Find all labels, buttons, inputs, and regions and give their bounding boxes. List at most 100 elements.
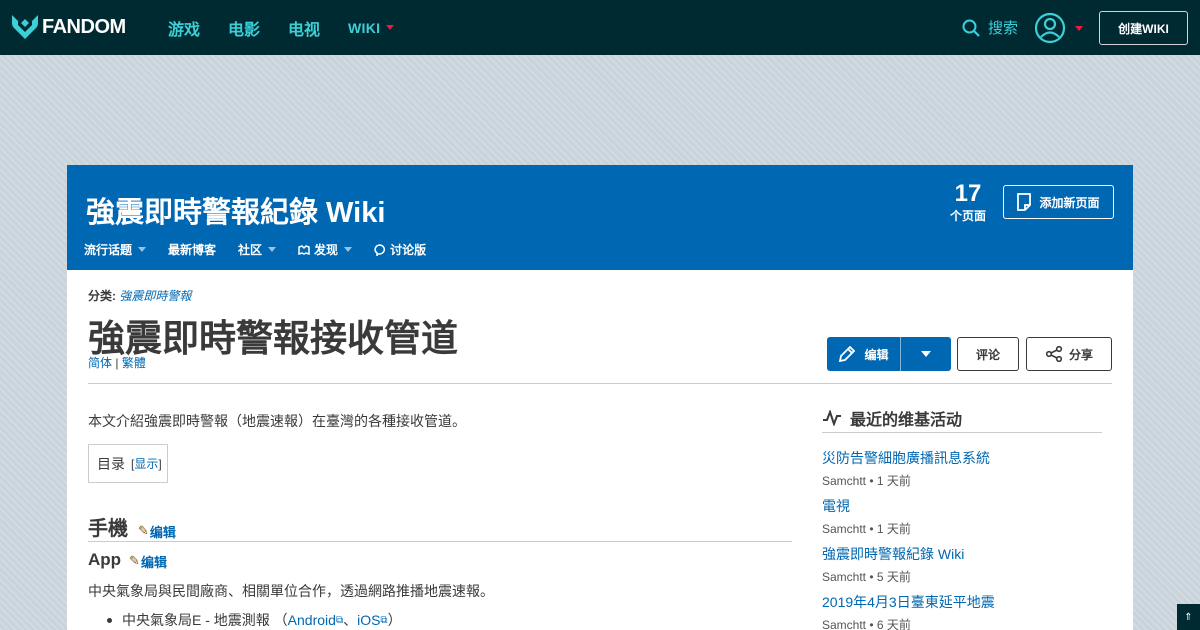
page-count-number: 17 (954, 180, 982, 207)
rail-divider (822, 432, 1102, 433)
comment-button[interactable]: 评论 (957, 337, 1019, 371)
user-avatar-icon (1034, 12, 1066, 44)
bullet (107, 617, 112, 623)
add-new-page-button[interactable]: 添加新页面 (1003, 185, 1114, 219)
app-paragraph: 中央氣象局與民間廠商、相關單位合作，透過網路推播地震速報。 (88, 583, 494, 599)
activity-item: 災防告警細胞廣播訊息系統 Samchtt • 1 天前 (822, 448, 1102, 489)
fandom-logo[interactable]: FANDOM (12, 13, 126, 41)
intro-paragraph: 本文介紹強震即時警報（地震速報）在臺灣的各種接收管道。 (88, 413, 466, 429)
pencil-icon: ✎ (129, 553, 140, 568)
fandom-logo-text: FANDOM (42, 15, 126, 38)
activity-item: 強震即時警報紀錄 Wiki Samchtt • 5 天前 (822, 544, 1102, 585)
category-link[interactable]: 強震即時警報 (119, 289, 191, 303)
toc-show-link[interactable]: 显示 (134, 457, 158, 471)
section-divider (88, 541, 792, 542)
share-button-label: 分享 (1068, 347, 1093, 362)
global-nav: FANDOM 游戏 电影 电视 WIKI 搜索 创建WIKI (0, 0, 1200, 55)
list-separator: 、 (343, 612, 358, 628)
explore-icon (298, 244, 310, 255)
category-label: 分类: (88, 289, 116, 303)
edit-button-group: 编辑 (827, 337, 951, 371)
wiki-title[interactable]: 強震即時警報紀錄 Wiki (86, 189, 385, 231)
create-wiki-button[interactable]: 创建WIKI (1099, 11, 1188, 45)
community-header: 強震即時警報紀錄 Wiki 流行话题 最新博客 社区 发现 讨论版 17 个页面 (67, 165, 1133, 270)
chevron-down-icon (268, 247, 277, 252)
search-label: 搜索 (988, 20, 1019, 37)
variant-separator: | (112, 356, 122, 370)
pencil-icon: ✎ (138, 523, 149, 538)
page-count: 17 个页面 (947, 181, 989, 224)
chevron-down-icon (138, 247, 147, 252)
android-link[interactable]: Android (288, 612, 336, 628)
community-nav-explore-label: 发现 (314, 243, 339, 257)
chevron-down-icon (344, 247, 353, 252)
page-count-unit: 个页面 (949, 209, 986, 223)
share-button[interactable]: 分享 (1026, 337, 1112, 371)
list-close-paren: ） (387, 612, 402, 628)
activity-item-meta: Samchtt • 1 天前 (822, 474, 911, 488)
global-nav-links: 游戏 电影 电视 WIKI (168, 0, 422, 55)
community-nav-community[interactable]: 社区 (238, 241, 277, 258)
activity-icon (823, 410, 841, 426)
external-link-icon: ⧉ (380, 614, 388, 626)
fandom-heart-icon (12, 15, 38, 39)
activity-item-title[interactable]: 2019年4月3日臺東延平地震 (822, 592, 1102, 612)
nav-wiki-label: WIKI (348, 19, 381, 36)
language-variants: 简体 | 繁體 (88, 354, 146, 371)
recent-activity-title: 最近的维基活动 (850, 412, 963, 429)
variant-traditional-link[interactable]: 繁體 (122, 356, 146, 370)
activity-item-meta: Samchtt • 6 天前 (822, 618, 911, 630)
search-icon (962, 19, 980, 37)
edit-button[interactable]: 编辑 (827, 337, 901, 371)
section-heading-phone-text: 手機 (88, 518, 128, 540)
subsection-heading-app-text: App (88, 550, 122, 569)
nav-games[interactable]: 游戏 (168, 16, 200, 40)
nav-tv[interactable]: 电视 (288, 16, 320, 40)
pencil-icon (839, 345, 856, 363)
table-of-contents: 目录 [显示] (88, 444, 168, 483)
toc-toggle: [显示] (131, 457, 162, 471)
discussion-icon (374, 243, 386, 256)
activity-item-title[interactable]: 電視 (822, 496, 1102, 516)
new-page-icon (1017, 193, 1032, 211)
activity-item-meta: Samchtt • 1 天前 (822, 522, 911, 536)
header-divider (88, 383, 1112, 384)
activity-item-meta: Samchtt • 5 天前 (822, 570, 911, 584)
activity-item-title[interactable]: 災防告警細胞廣播訊息系統 (822, 448, 1102, 468)
community-nav-trending[interactable]: 流行话题 (84, 241, 147, 258)
community-nav-blogs[interactable]: 最新博客 (168, 241, 216, 258)
recent-activity-heading: 最近的维基活动 (822, 406, 962, 430)
share-icon (1045, 346, 1063, 362)
community-nav-trending-label: 流行话题 (84, 243, 133, 257)
double-chevron-up-icon: ⇑ (1184, 611, 1193, 623)
community-nav-discussions[interactable]: 讨论版 (374, 241, 426, 258)
chevron-down-icon (386, 25, 395, 30)
toc-label: 目录 (97, 455, 125, 472)
scroll-to-top-button[interactable]: ⇑ (1177, 604, 1200, 630)
chevron-down-icon (921, 351, 931, 357)
community-nav: 流行话题 最新博客 社区 发现 讨论版 (84, 241, 448, 258)
activity-item-title[interactable]: 強震即時警報紀錄 Wiki (822, 544, 1102, 564)
community-nav-discussions-label: 讨论版 (390, 243, 427, 257)
nav-movies[interactable]: 电影 (228, 16, 260, 40)
variant-simplified-link[interactable]: 简体 (88, 356, 112, 370)
section-heading-phone: 手機 ✎ 编辑 (88, 512, 176, 541)
chevron-down-icon (1075, 25, 1083, 31)
subsection-heading-app: App ✎ 编辑 (88, 550, 167, 571)
edit-dropdown-button[interactable] (901, 337, 951, 371)
community-nav-explore[interactable]: 发现 (298, 241, 353, 258)
add-new-page-label: 添加新页面 (1039, 195, 1100, 210)
nav-wiki[interactable]: WIKI (348, 19, 395, 36)
ios-link[interactable]: iOS (357, 612, 380, 628)
activity-item: 電視 Samchtt • 1 天前 (822, 496, 1102, 537)
global-search[interactable]: 搜索 (962, 17, 1018, 38)
article-content: 分类: 強震即時警報 強震即時警報接收管道 简体 | 繁體 编辑 评论 分享 本… (67, 270, 1133, 630)
category-line: 分类: 強震即時警報 (88, 287, 191, 304)
community-nav-community-label: 社区 (238, 243, 263, 257)
external-link-icon: ⧉ (335, 614, 344, 626)
user-menu[interactable] (1034, 12, 1083, 44)
subsection-edit-label: 编辑 (140, 554, 167, 570)
subsection-edit-link[interactable]: ✎ 编辑 (129, 552, 167, 571)
list-item: 中央氣象局E - 地震測報 （ Android ⧉ 、 iOS ⧉ ） (107, 610, 402, 630)
section-edit-link[interactable]: ✎ 编辑 (138, 522, 176, 541)
